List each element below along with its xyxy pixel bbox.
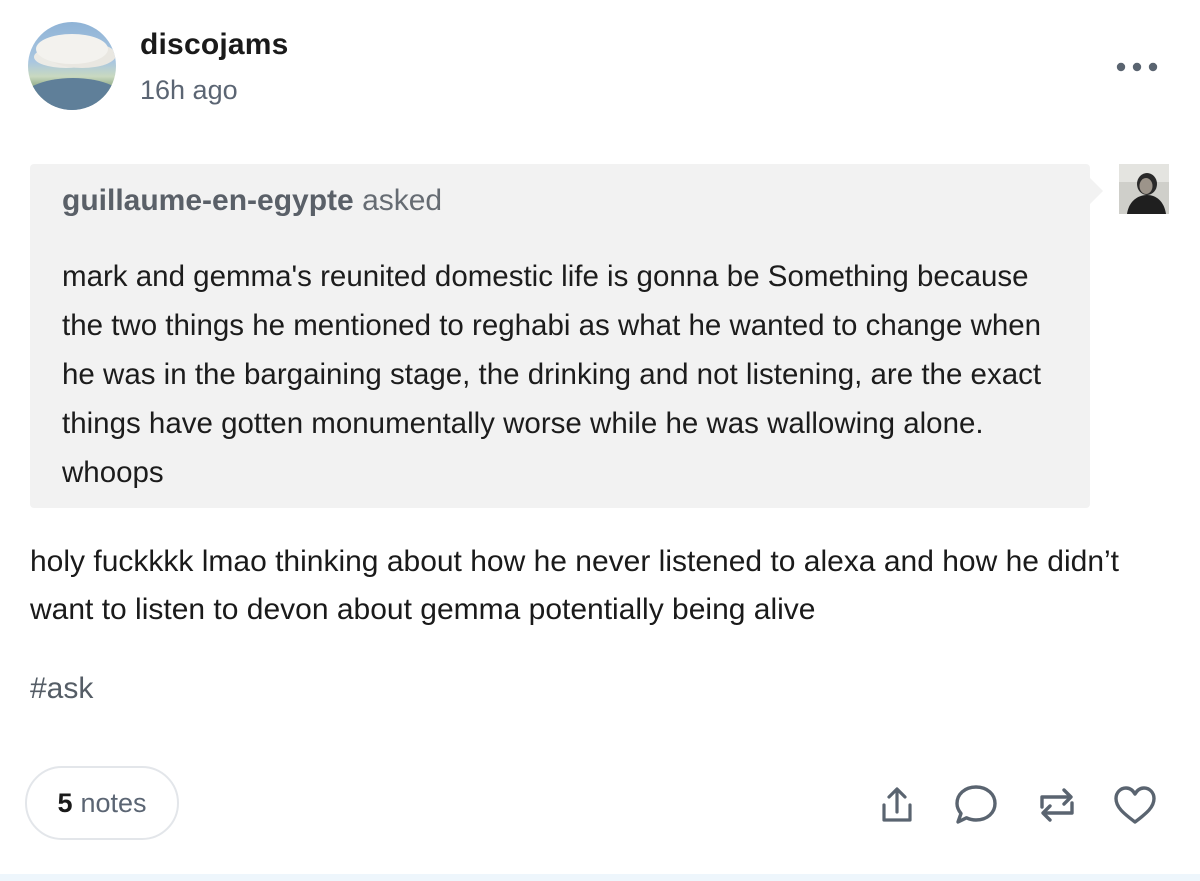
share-icon <box>882 787 912 822</box>
reblog-button[interactable] <box>1032 780 1082 830</box>
more-options-button[interactable] <box>1112 52 1162 82</box>
post-timestamp[interactable]: 16h ago <box>140 75 238 106</box>
asker-line: guillaume-en-egypte asked <box>62 184 442 218</box>
comment-icon <box>955 785 997 824</box>
asker-portrait-icon <box>1119 164 1169 214</box>
more-options-icon <box>1116 62 1158 72</box>
ask-question: mark and gemma's reunited domestic life … <box>62 260 1042 489</box>
asker-avatar[interactable] <box>1119 164 1169 214</box>
like-button[interactable] <box>1110 780 1160 830</box>
asker-name[interactable]: guillaume-en-egypte <box>62 184 354 217</box>
post-avatar[interactable] <box>28 22 116 110</box>
comment-button[interactable] <box>951 780 1001 830</box>
notes-count: 5 <box>57 787 73 818</box>
avatar-landscape <box>28 78 116 110</box>
like-icon <box>1114 786 1156 824</box>
answer-text: holy fuckkkk lmao thinking about how he … <box>30 545 1120 626</box>
notes-label: notes <box>80 787 147 818</box>
post-username[interactable]: discojams <box>140 28 289 62</box>
avatar-cloud <box>36 34 108 64</box>
tag-ask[interactable]: #ask <box>30 672 93 706</box>
asked-label: asked <box>362 184 443 217</box>
reblog-icon <box>1040 788 1074 822</box>
bottom-divider <box>0 874 1200 881</box>
notes-button[interactable]: 5 notes <box>25 766 179 840</box>
share-button[interactable] <box>872 780 922 830</box>
ask-bubble: guillaume-en-egypte asked mark and gemma… <box>30 164 1103 508</box>
